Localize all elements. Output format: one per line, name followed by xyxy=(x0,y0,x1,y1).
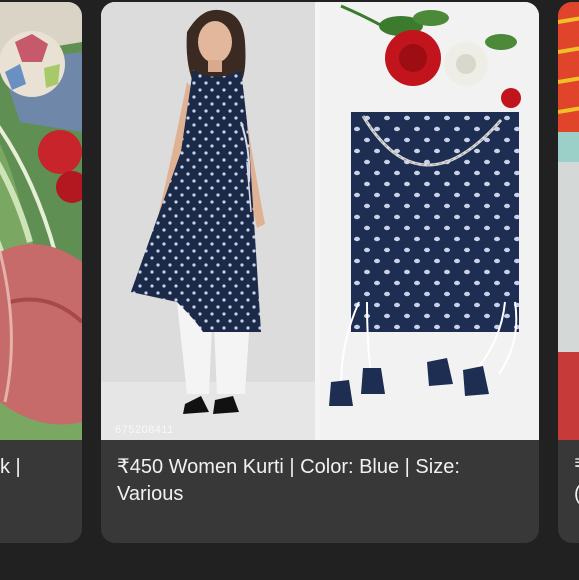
product-carousel: k | 675208411 ₹450 Women Kurti | Color: … xyxy=(0,0,579,580)
product-caption-previous[interactable]: k | xyxy=(0,454,66,481)
product-image[interactable]: 675208411 xyxy=(101,2,539,440)
product-card-previous[interactable]: k | xyxy=(0,2,82,543)
product-caption[interactable]: ₹450 Women Kurti | Color: Blue | Size: V… xyxy=(117,454,523,508)
caption-line-2: ( xyxy=(574,481,579,508)
caption-line-1: ₹ xyxy=(574,454,579,481)
product-card-next[interactable]: ₹ ( xyxy=(558,2,579,543)
image-watermark: 675208411 xyxy=(115,424,174,436)
product-image-next[interactable] xyxy=(558,2,579,440)
product-image-previous[interactable] xyxy=(0,2,82,440)
product-card[interactable]: 675208411 ₹450 Women Kurti | Color: Blue… xyxy=(101,2,539,543)
product-caption-next[interactable]: ₹ ( xyxy=(574,454,579,508)
